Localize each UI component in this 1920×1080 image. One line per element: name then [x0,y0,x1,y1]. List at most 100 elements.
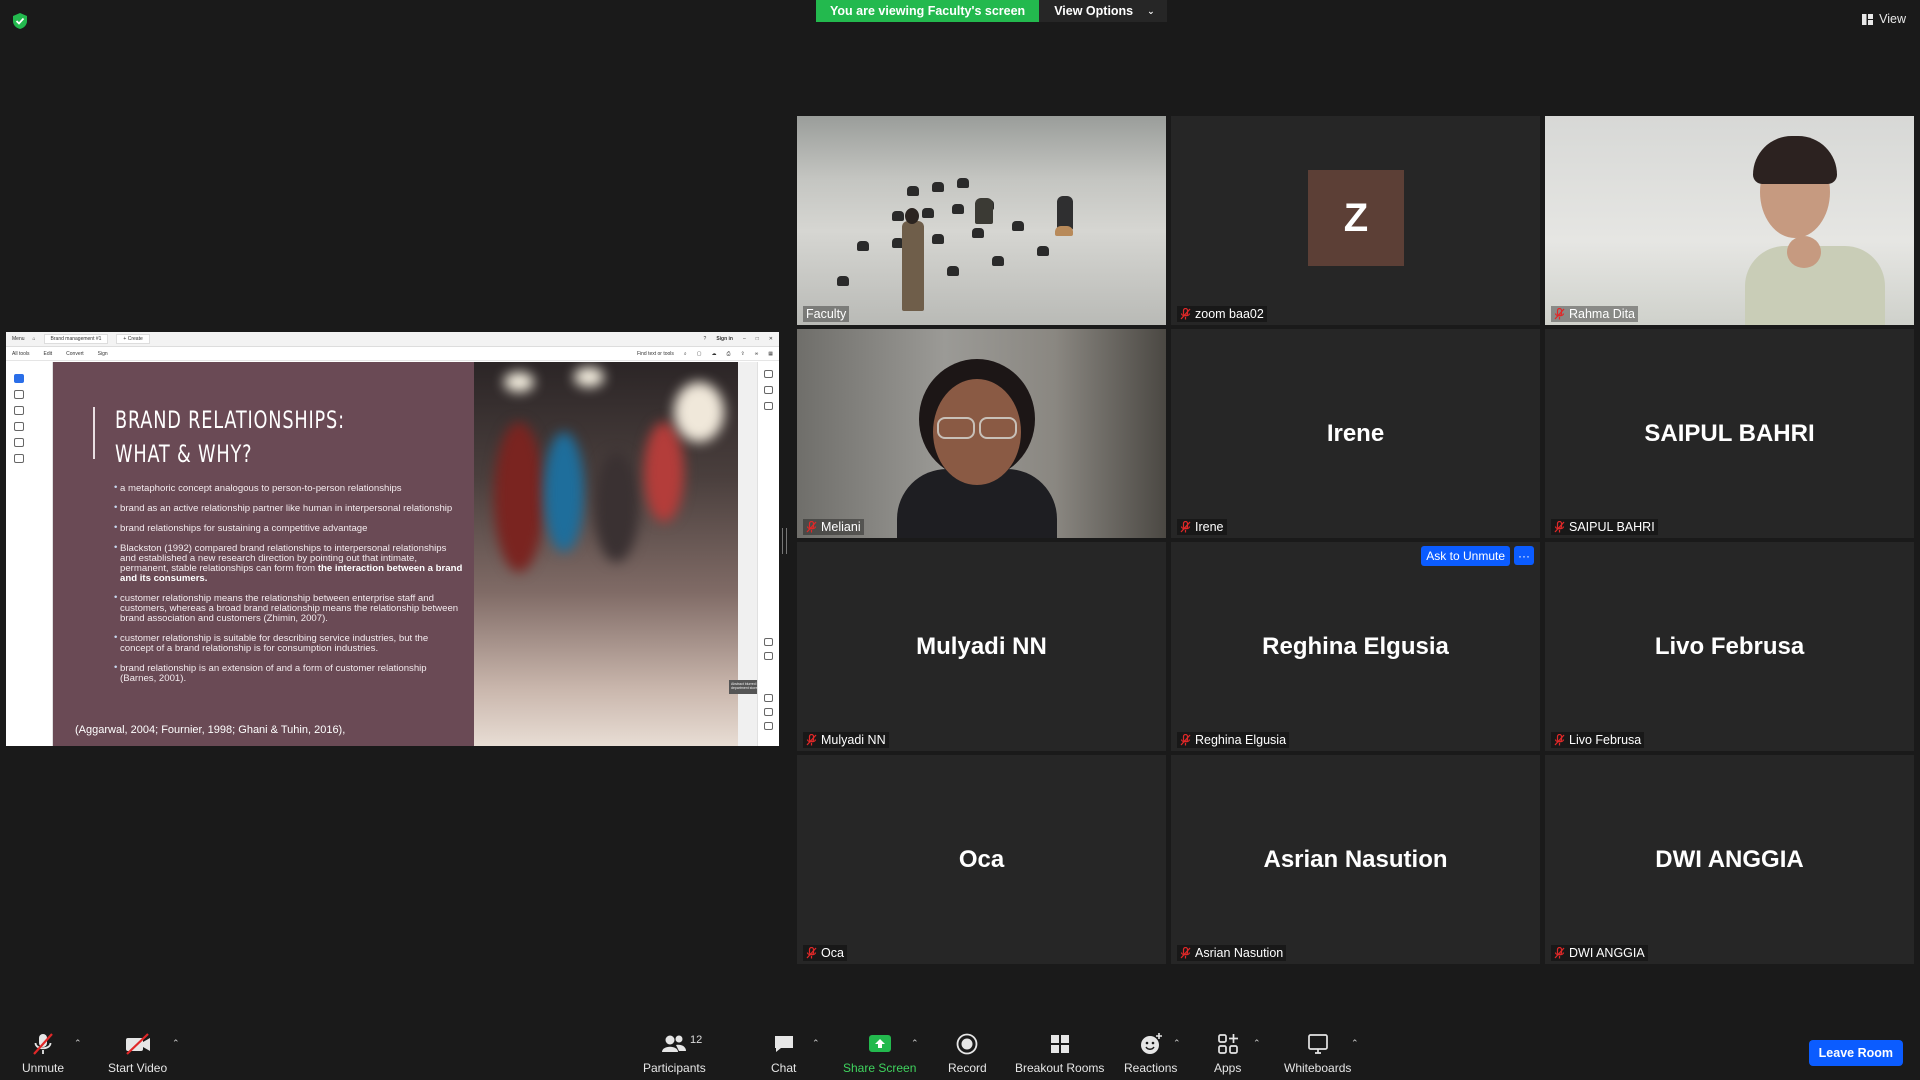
breakout-rooms-button[interactable]: Breakout Rooms [1015,1032,1104,1075]
comments-panel-icon[interactable] [764,370,773,378]
participant-name: Meliani [821,520,861,534]
whiteboards-button[interactable]: Whiteboards [1284,1032,1351,1075]
reactions-icon [1140,1033,1162,1054]
participant-tile-saipul-bahri[interactable]: SAIPUL BAHRI SAIPUL BAHRI [1545,329,1914,538]
apps-grid-icon[interactable]: ▦ [768,351,773,357]
slide-bullet: a metaphoric concept analogous to person… [114,483,464,494]
mic-muted-icon [1554,947,1565,959]
pdf-convert[interactable]: Convert [66,351,84,357]
participant-name: zoom baa02 [1195,307,1264,321]
pdf-sign[interactable]: Sign [98,351,108,357]
participant-tile-meliani[interactable]: Meliani [797,329,1166,538]
shared-screen[interactable]: Menu ⌂ Brand management #1 + Create ? Si… [6,332,779,746]
thumbnails-panel-icon[interactable] [764,402,773,410]
help-icon[interactable]: ? [704,336,707,342]
share-icon[interactable]: ⇪ [740,351,744,357]
slide-title: BRAND RELATIONSHIPS: WHAT & WHY? [115,403,427,471]
chat-label: Chat [771,1061,797,1075]
zoom-out-icon[interactable] [764,722,773,730]
video-options-caret[interactable]: ⌃ [172,1038,180,1049]
page-down-icon[interactable] [764,652,773,660]
participant-tile-livo-februsa[interactable]: Livo Februsa Livo Februsa [1545,542,1914,751]
slide-bullet: brand relationship is an extension of an… [114,663,464,684]
participant-tile-asrian-nasution[interactable]: Asrian Nasution Asrian Nasution [1171,755,1540,964]
bookmark-panel-icon[interactable] [764,386,773,394]
start-video-label: Start Video [108,1061,168,1075]
encryption-shield-icon[interactable] [12,12,28,30]
apps-options-caret[interactable]: ⌃ [1253,1038,1261,1049]
participant-tile-oca[interactable]: Oca Oca [797,755,1166,964]
search-icon[interactable]: ⌕ [684,351,687,357]
whiteboards-options-caret[interactable]: ⌃ [1351,1038,1359,1049]
select-tool-icon[interactable] [14,374,24,383]
participant-tile-zoom-baa02[interactable]: Z zoom baa02 [1171,116,1540,325]
print-icon[interactable]: ⎙ [726,351,730,357]
participant-name: Rahma Dita [1569,307,1635,321]
pdf-edit[interactable]: Edit [44,351,53,357]
participant-name: Reghina Elgusia [1195,733,1287,747]
link-icon[interactable]: ∞ [755,351,759,357]
participant-name-label: Asrian Nasution [1177,945,1287,961]
participant-tile-mulyadi-nn[interactable]: Mulyadi NN Mulyadi NN [797,542,1166,751]
pdf-all-tools[interactable]: All tools [12,351,30,357]
participant-tile-faculty[interactable]: Faculty [797,116,1166,325]
minimize-icon[interactable]: – [743,336,746,342]
participant-tile-reghina-elgusia[interactable]: Reghina Elgusia Ask to Unmute ··· Reghin… [1171,542,1540,751]
pdf-doc-tab[interactable]: Brand management #1 [43,334,109,344]
view-options-button[interactable]: View Options ⌄ [1039,0,1167,22]
share-options-caret[interactable]: ⌃ [911,1038,919,1049]
chat-options-caret[interactable]: ⌃ [812,1038,820,1049]
pen-tool-icon[interactable] [14,406,24,415]
pdf-menu-button[interactable]: Menu [12,336,25,342]
split-view-handle[interactable] [782,528,787,554]
participant-name: Mulyadi NN [821,733,886,747]
pdf-create-tab[interactable]: + Create [116,334,150,344]
zoom-meeting-window: You are viewing Faculty's screen View Op… [0,0,1920,1080]
save-icon[interactable]: ▢ [697,351,702,357]
pdf-find[interactable]: Find text or tools [637,351,674,357]
participants-label: Participants [643,1061,706,1075]
stamp-tool-icon[interactable] [14,454,24,463]
leave-room-button[interactable]: Leave Room [1808,1040,1903,1066]
participant-name-label: SAIPUL BAHRI [1551,519,1658,535]
mic-muted-icon [806,521,817,533]
participant-tile-dwi-anggia[interactable]: DWI ANGGIA DWI ANGGIA [1545,755,1914,964]
participant-name-label: Irene [1177,519,1227,535]
view-button[interactable]: View [1862,12,1906,26]
reactions-label: Reactions [1124,1061,1178,1075]
participant-display-name: SAIPUL BAHRI [1644,419,1815,447]
lasso-tool-icon[interactable] [14,422,24,431]
close-icon[interactable]: ✕ [769,336,773,342]
participant-display-name: Oca [958,845,1005,873]
avatar: Z [1308,170,1404,266]
page-up-icon[interactable] [764,638,773,646]
participant-tile-rahma-dita[interactable]: Rahma Dita [1545,116,1914,325]
cloud-icon[interactable]: ☁ [711,351,716,357]
reactions-options-caret[interactable]: ⌃ [1173,1038,1181,1049]
comment-tool-icon[interactable] [14,390,24,399]
presentation-slide: BRAND RELATIONSHIPS: WHAT & WHY? a metap… [53,362,779,746]
more-options-button[interactable]: ··· [1514,546,1534,565]
record-button[interactable]: Record [948,1032,987,1075]
start-video-button[interactable]: Start Video [108,1032,167,1075]
unmute-button[interactable]: Unmute [22,1032,64,1075]
participant-name: SAIPUL BAHRI [1569,520,1655,534]
pdf-left-toolbar [6,362,53,746]
unmute-label: Unmute [22,1061,65,1075]
rotate-icon[interactable] [764,694,773,702]
slide-citation: (Aggarwal, 2004; Fournier, 1998; Ghani &… [75,724,346,736]
participant-tile-irene[interactable]: Irene Irene [1171,329,1540,538]
home-icon[interactable]: ⌂ [33,336,36,342]
pdf-sign-in[interactable]: Sign in [716,336,733,342]
participant-name-label: Faculty [803,306,850,322]
ask-to-unmute-button[interactable]: Ask to Unmute [1421,546,1510,566]
zoom-in-icon[interactable] [764,708,773,716]
audio-options-caret[interactable]: ⌃ [74,1038,82,1049]
maximize-icon[interactable]: □ [756,336,759,342]
share-screen-button[interactable]: Share Screen [843,1032,916,1075]
reactions-button[interactable]: Reactions [1124,1032,1177,1075]
whiteboard-icon [1307,1034,1328,1054]
text-box-tool-icon[interactable] [14,438,24,447]
apps-button[interactable]: Apps [1214,1032,1241,1075]
chat-button[interactable]: Chat [771,1032,796,1075]
